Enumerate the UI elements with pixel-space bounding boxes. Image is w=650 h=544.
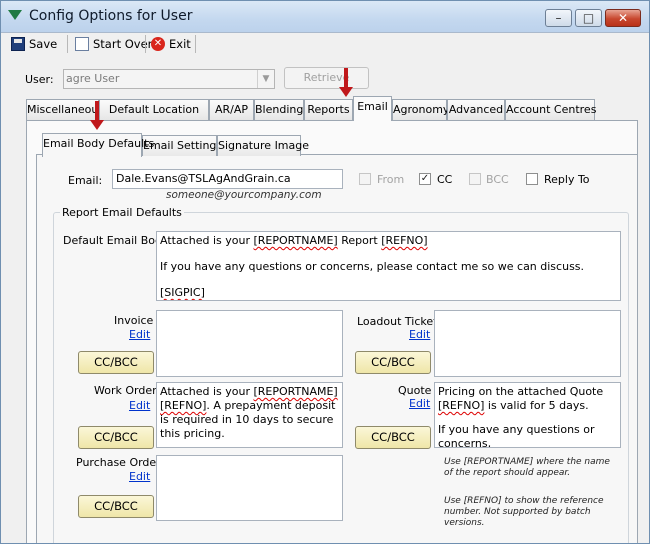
tab-blending[interactable]: Blending <box>254 99 304 120</box>
tab-advanced[interactable]: Advanced <box>447 99 505 120</box>
group-title: Report Email Defaults <box>60 206 184 219</box>
maximize-button[interactable]: □ <box>575 9 602 27</box>
invoice-textarea[interactable] <box>156 310 343 377</box>
user-select[interactable]: agre User ▼ <box>63 69 275 89</box>
purchase-order-label: Purchase Order <box>76 456 161 469</box>
loadout-textarea[interactable] <box>434 310 621 377</box>
config-window: Config Options for User – □ ✕ Save Start… <box>0 0 650 544</box>
body-token: [SIGPIC] <box>160 286 205 299</box>
body-token: [REFNO] <box>381 234 428 247</box>
exit-icon: ✕ <box>151 37 165 51</box>
quote-text: Pricing on the attached Quote <box>438 385 604 398</box>
email-label: Email: <box>68 174 103 187</box>
purchase-order-ccbcc-button[interactable]: CC/BCC <box>78 495 154 518</box>
work-order-edit-link[interactable]: Edit <box>129 399 150 412</box>
toolbar: Save Start Over ✕ Exit <box>7 32 643 56</box>
work-order-ccbcc-button[interactable]: CC/BCC <box>78 426 154 449</box>
tab-email-body-defaults[interactable]: Email Body Defaults <box>42 133 154 157</box>
from-checkbox[interactable] <box>359 173 371 185</box>
body-token: [REPORTNAME] <box>253 234 338 247</box>
body-text: If you have any questions or concerns, p… <box>160 260 585 273</box>
tab-agronomy[interactable]: Agronomy <box>392 99 449 120</box>
tab-account-centres[interactable]: Account Centres <box>505 99 596 120</box>
save-button[interactable]: Save <box>11 34 57 54</box>
toolbar-separator <box>195 35 196 53</box>
user-select-value: agre User <box>66 72 120 85</box>
quote-text: is valid for 5 days. <box>484 399 589 412</box>
loadout-edit-link[interactable]: Edit <box>409 328 430 341</box>
retrieve-button[interactable]: Retrieve <box>284 67 369 89</box>
tab-reports[interactable]: Reports <box>304 99 353 120</box>
toolbar-separator <box>145 35 146 53</box>
quote-ccbcc-button[interactable]: CC/BCC <box>355 426 431 449</box>
reportname-note: Use [REPORTNAME] where the name of the r… <box>444 457 610 478</box>
tab-signature-image[interactable]: Signature Image <box>217 135 309 156</box>
invoice-ccbcc-button[interactable]: CC/BCC <box>78 351 154 374</box>
quote-label: Quote <box>398 384 432 397</box>
window-title: Config Options for User <box>29 8 193 24</box>
tab-default-location[interactable]: Default Location <box>99 99 209 120</box>
exit-button[interactable]: ✕ Exit <box>151 34 191 54</box>
loadout-ccbcc-button[interactable]: CC/BCC <box>355 351 431 374</box>
purchase-order-textarea[interactable] <box>156 455 343 521</box>
tab-email[interactable]: Email <box>353 96 392 121</box>
invoice-label: Invoice <box>114 314 154 327</box>
start-over-button[interactable]: Start Over <box>75 34 152 54</box>
from-label: From <box>377 173 405 186</box>
page-icon <box>75 37 89 51</box>
work-order-text: Attached is your <box>160 385 254 398</box>
email-input[interactable]: Dale.Evans@TSLAgAndGrain.ca <box>112 169 343 189</box>
toolbar-separator <box>67 35 68 53</box>
close-button[interactable]: ✕ <box>605 9 641 27</box>
work-order-token: [REPORTNAME] <box>253 385 338 398</box>
work-order-token: [REFNO] <box>160 399 207 412</box>
quote-textarea[interactable]: Pricing on the attached Quote [REFNO] is… <box>434 382 621 448</box>
work-order-label: Work Order <box>94 384 157 397</box>
cc-checkbox[interactable]: ✓ <box>419 173 431 185</box>
quote-token: [REFNO] <box>438 399 485 412</box>
body-text: Report <box>337 234 382 247</box>
quote-text: If you have any questions or concerns, <box>438 423 595 448</box>
save-label: Save <box>29 37 58 51</box>
invoice-edit-link[interactable]: Edit <box>129 328 150 341</box>
minimize-button[interactable]: – <box>545 9 572 27</box>
bcc-checkbox[interactable] <box>469 173 481 185</box>
default-body-label: Default Email Body <box>63 234 169 247</box>
exit-label: Exit <box>169 37 191 51</box>
user-label: User: <box>25 73 54 86</box>
title-bar: Config Options for User – □ ✕ <box>1 1 649 33</box>
tab-arap[interactable]: AR/AP <box>209 99 254 120</box>
purchase-order-edit-link[interactable]: Edit <box>129 470 150 483</box>
email-hint: someone@yourcompany.com <box>166 189 322 201</box>
start-over-label: Start Over <box>93 37 153 51</box>
cc-label: CC <box>437 173 453 186</box>
save-icon <box>11 37 25 51</box>
reply-to-checkbox[interactable] <box>526 173 538 185</box>
chevron-down-icon[interactable]: ▼ <box>257 70 274 88</box>
refno-note: Use [REFNO] to show the reference number… <box>444 496 604 528</box>
arrow-pointer-email-tab <box>339 68 353 97</box>
quote-edit-link[interactable]: Edit <box>409 397 430 410</box>
bcc-label: BCC <box>486 173 509 186</box>
reply-to-label: Reply To <box>544 173 590 186</box>
app-icon <box>8 10 22 20</box>
arrow-pointer-body-defaults-tab <box>90 101 104 130</box>
body-text: Attached is your <box>160 234 254 247</box>
loadout-ticket-label: Loadout Ticket <box>357 315 438 328</box>
work-order-textarea[interactable]: Attached is your [REPORTNAME] [REFNO]. A… <box>156 382 343 448</box>
default-body-textarea[interactable]: Attached is your [REPORTNAME] Report [RE… <box>156 231 621 301</box>
tab-miscellaneous[interactable]: Miscellaneous <box>26 99 104 120</box>
